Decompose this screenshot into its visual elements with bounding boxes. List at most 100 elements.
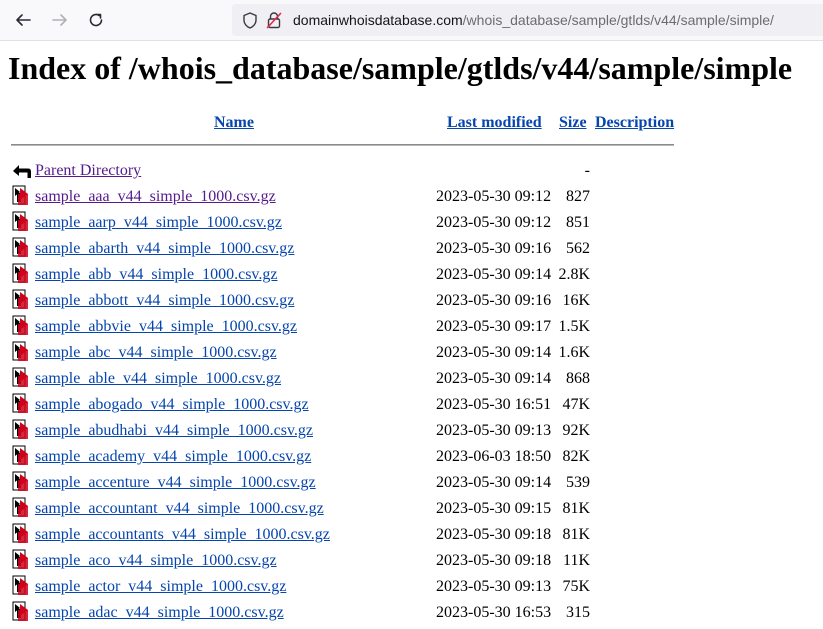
compressed-file-icon bbox=[12, 289, 28, 309]
file-link[interactable]: sample_abarth_v44_simple_1000.csv.gz bbox=[35, 239, 294, 258]
forward-button[interactable] bbox=[48, 8, 72, 32]
parent-size: - bbox=[584, 162, 590, 179]
file-link[interactable]: sample_abbott_v44_simple_1000.csv.gz bbox=[35, 291, 294, 310]
table-row: sample_academy_v44_simple_1000.csv.gz 202… bbox=[0, 445, 700, 473]
file-link[interactable]: sample_aaa_v44_simple_1000.csv.gz bbox=[35, 187, 276, 206]
file-link[interactable]: sample_accountants_v44_simple_1000.csv.g… bbox=[35, 525, 330, 544]
parent-directory-link[interactable]: Parent Directory bbox=[35, 161, 141, 180]
file-link[interactable]: sample_able_v44_simple_1000.csv.gz bbox=[35, 369, 281, 388]
insecure-lock-icon[interactable] bbox=[266, 11, 282, 29]
file-last-modified: 2023-05-30 09:18 bbox=[436, 552, 552, 569]
url-domain: domainwhoisdatabase.com bbox=[293, 12, 463, 28]
file-size: 539 bbox=[566, 474, 590, 491]
file-last-modified: 2023-05-30 09:13 bbox=[436, 422, 552, 439]
file-last-modified: 2023-05-30 09:16 bbox=[436, 292, 552, 309]
file-size: 1.6K bbox=[558, 344, 590, 361]
file-link[interactable]: sample_academy_v44_simple_1000.csv.gz bbox=[35, 447, 311, 466]
file-size: 47K bbox=[562, 396, 590, 413]
file-last-modified: 2023-05-30 09:14 bbox=[436, 266, 552, 283]
file-link[interactable]: sample_abc_v44_simple_1000.csv.gz bbox=[35, 343, 277, 362]
reload-button[interactable] bbox=[84, 8, 108, 32]
compressed-file-icon bbox=[12, 367, 28, 387]
table-row: sample_accenture_v44_simple_1000.csv.gz 2… bbox=[0, 471, 700, 499]
file-size: 11K bbox=[563, 552, 590, 569]
compressed-file-icon bbox=[12, 419, 28, 439]
file-link[interactable]: sample_accenture_v44_simple_1000.csv.gz bbox=[35, 473, 316, 492]
table-row: sample_abudhabi_v44_simple_1000.csv.gz 20… bbox=[0, 419, 700, 447]
table-row: sample_abc_v44_simple_1000.csv.gz 2023-05… bbox=[0, 341, 700, 369]
url-path: /whois_database/sample/gtlds/v44/sample/… bbox=[462, 12, 774, 28]
url-text[interactable]: domainwhoisdatabase.com/whois_database/s… bbox=[293, 11, 774, 29]
file-last-modified: 2023-05-30 09:14 bbox=[436, 370, 552, 387]
column-header-size[interactable]: Size bbox=[559, 113, 587, 132]
parent-directory-icon bbox=[13, 165, 31, 178]
column-header-last-modified[interactable]: Last modified bbox=[447, 113, 542, 132]
compressed-file-icon bbox=[12, 497, 28, 517]
compressed-file-icon bbox=[12, 445, 28, 465]
table-row: sample_abogado_v44_simple_1000.csv.gz 202… bbox=[0, 393, 700, 421]
compressed-file-icon bbox=[12, 471, 28, 491]
compressed-file-icon bbox=[12, 393, 28, 413]
file-last-modified: 2023-05-30 09:15 bbox=[436, 500, 552, 517]
compressed-file-icon bbox=[12, 523, 28, 543]
header-divider bbox=[11, 144, 674, 146]
file-link[interactable]: sample_aco_v44_simple_1000.csv.gz bbox=[35, 551, 277, 570]
parent-directory-row: Parent Directory - bbox=[0, 161, 700, 187]
browser-toolbar: domainwhoisdatabase.com/whois_database/s… bbox=[0, 0, 823, 41]
file-size: 92K bbox=[562, 422, 590, 439]
file-last-modified: 2023-05-30 09:13 bbox=[436, 578, 552, 595]
compressed-file-icon bbox=[12, 315, 28, 335]
table-row: sample_aco_v44_simple_1000.csv.gz 2023-05… bbox=[0, 549, 700, 577]
file-last-modified: 2023-05-30 09:12 bbox=[436, 188, 552, 205]
file-size: 82K bbox=[562, 448, 590, 465]
table-row: sample_abbvie_v44_simple_1000.csv.gz 2023… bbox=[0, 315, 700, 343]
table-row: sample_able_v44_simple_1000.csv.gz 2023-0… bbox=[0, 367, 700, 395]
compressed-file-icon bbox=[12, 185, 28, 205]
compressed-file-icon bbox=[12, 601, 28, 621]
table-row: sample_aaa_v44_simple_1000.csv.gz 2023-05… bbox=[0, 185, 700, 213]
back-button[interactable] bbox=[11, 8, 35, 32]
file-size: 81K bbox=[562, 500, 590, 517]
file-link[interactable]: sample_abogado_v44_simple_1000.csv.gz bbox=[35, 395, 309, 414]
table-row: sample_accountant_v44_simple_1000.csv.gz… bbox=[0, 497, 700, 525]
forward-arrow-icon bbox=[52, 14, 67, 26]
file-size: 868 bbox=[566, 370, 590, 387]
address-bar[interactable]: domainwhoisdatabase.com/whois_database/s… bbox=[232, 4, 823, 36]
file-last-modified: 2023-05-30 16:51 bbox=[436, 396, 552, 413]
file-size: 2.8K bbox=[558, 266, 590, 283]
file-link[interactable]: sample_aarp_v44_simple_1000.csv.gz bbox=[35, 213, 282, 232]
file-link[interactable]: sample_adac_v44_simple_1000.csv.gz bbox=[35, 603, 284, 622]
file-size: 75K bbox=[562, 578, 590, 595]
file-last-modified: 2023-05-30 09:14 bbox=[436, 344, 552, 361]
file-last-modified: 2023-06-03 18:50 bbox=[436, 448, 552, 465]
tracking-shield-icon[interactable] bbox=[242, 12, 258, 29]
compressed-file-icon bbox=[12, 549, 28, 569]
file-last-modified: 2023-05-30 09:12 bbox=[436, 214, 552, 231]
file-link[interactable]: sample_accountant_v44_simple_1000.csv.gz bbox=[35, 499, 324, 518]
file-size: 81K bbox=[562, 526, 590, 543]
file-link[interactable]: sample_abudhabi_v44_simple_1000.csv.gz bbox=[35, 421, 313, 440]
column-header-name[interactable]: Name bbox=[214, 113, 254, 132]
table-row: sample_aarp_v44_simple_1000.csv.gz 2023-0… bbox=[0, 211, 700, 239]
file-size: 1.5K bbox=[558, 318, 590, 335]
compressed-file-icon bbox=[12, 263, 28, 283]
file-last-modified: 2023-05-30 09:16 bbox=[436, 240, 552, 257]
file-last-modified: 2023-05-30 09:18 bbox=[436, 526, 552, 543]
table-row: sample_accountants_v44_simple_1000.csv.g… bbox=[0, 523, 700, 551]
file-last-modified: 2023-05-30 09:14 bbox=[436, 474, 552, 491]
file-size: 851 bbox=[566, 214, 590, 231]
file-link[interactable]: sample_actor_v44_simple_1000.csv.gz bbox=[35, 577, 286, 596]
file-size: 827 bbox=[566, 188, 590, 205]
file-last-modified: 2023-05-30 16:53 bbox=[436, 604, 552, 621]
table-row: sample_abarth_v44_simple_1000.csv.gz 2023… bbox=[0, 237, 700, 265]
file-link[interactable]: sample_abbvie_v44_simple_1000.csv.gz bbox=[35, 317, 297, 336]
table-row: sample_abb_v44_simple_1000.csv.gz 2023-05… bbox=[0, 263, 700, 291]
table-row: sample_abbott_v44_simple_1000.csv.gz 2023… bbox=[0, 289, 700, 317]
file-size: 562 bbox=[566, 240, 590, 257]
file-last-modified: 2023-05-30 09:17 bbox=[436, 318, 552, 335]
reload-icon bbox=[89, 13, 103, 27]
compressed-file-icon bbox=[12, 211, 28, 231]
page-title: Index of /whois_database/sample/gtlds/v4… bbox=[8, 50, 793, 86]
column-header-description[interactable]: Description bbox=[595, 113, 674, 132]
file-link[interactable]: sample_abb_v44_simple_1000.csv.gz bbox=[35, 265, 277, 284]
